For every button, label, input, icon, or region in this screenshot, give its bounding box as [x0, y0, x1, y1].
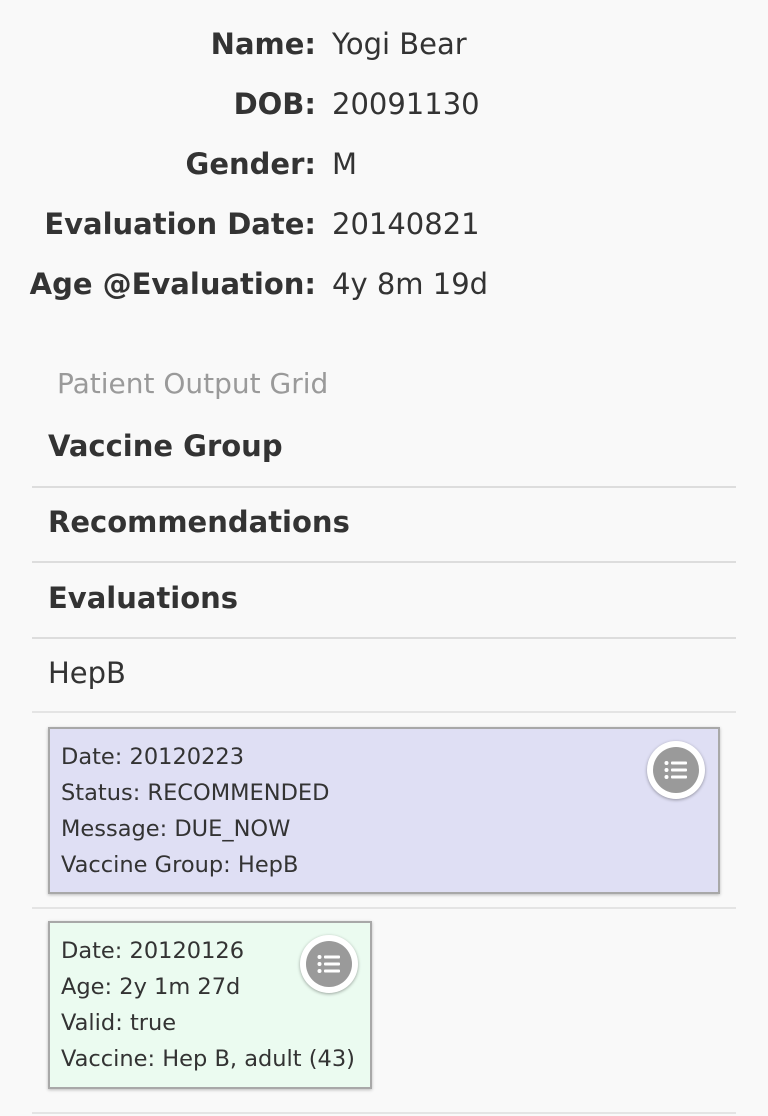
section-vaccine-group-label: Vaccine Group [48, 429, 283, 463]
recommendation-details: Date: 20120223 Status: RECOMMENDED Messa… [61, 739, 329, 883]
recommendation-vaccine-group: Vaccine Group: HepB [61, 852, 299, 878]
divider [32, 1112, 736, 1114]
divider [32, 907, 736, 909]
list-icon [306, 941, 352, 987]
evaluation-card[interactable]: Date: 20120126 Age: 2y 1m 27d Valid: tru… [48, 921, 372, 1089]
section-vaccine-group[interactable]: Vaccine Group [32, 410, 736, 488]
patient-age-row: Age @Evaluation: 4y 8m 19d [0, 254, 768, 314]
recommendation-status: Status: RECOMMENDED [61, 780, 330, 806]
name-label: Name: [210, 27, 316, 61]
evaluation-valid: Valid: true [61, 1010, 177, 1036]
age-value: 4y 8m 19d [332, 267, 489, 301]
recommendation-card[interactable]: Date: 20120223 Status: RECOMMENDED Messa… [48, 727, 720, 894]
dob-value: 20091130 [332, 87, 480, 121]
vaccine-group-row-hepb[interactable]: HepB [32, 639, 736, 713]
list-icon [653, 747, 699, 793]
patient-dob-row: DOB: 20091130 [0, 74, 768, 134]
recommendation-date: Date: 20120223 [61, 744, 245, 770]
eval-date-value: 20140821 [332, 207, 480, 241]
gender-value: M [332, 147, 358, 181]
patient-name-row: Name: Yogi Bear [0, 14, 768, 74]
recommendation-menu-button[interactable] [647, 741, 705, 799]
evaluation-menu-button[interactable] [300, 935, 358, 993]
section-recommendations[interactable]: Recommendations [32, 488, 736, 563]
section-evaluations[interactable]: Evaluations [32, 563, 736, 639]
name-value: Yogi Bear [332, 27, 467, 61]
dob-label: DOB: [233, 87, 316, 121]
section-evaluations-label: Evaluations [48, 581, 239, 615]
patient-gender-row: Gender: M [0, 134, 768, 194]
age-label: Age @Evaluation: [29, 267, 316, 301]
vaccine-group-row-label: HepB [48, 656, 126, 690]
grid-title: Patient Output Grid [57, 367, 329, 400]
patient-eval-date-row: Evaluation Date: 20140821 [0, 194, 768, 254]
gender-label: Gender: [185, 147, 316, 181]
eval-date-label: Evaluation Date: [44, 207, 316, 241]
section-recommendations-label: Recommendations [48, 505, 350, 539]
recommendation-message: Message: DUE_NOW [61, 816, 291, 842]
evaluation-vaccine: Vaccine: Hep B, adult (43) [61, 1046, 355, 1072]
